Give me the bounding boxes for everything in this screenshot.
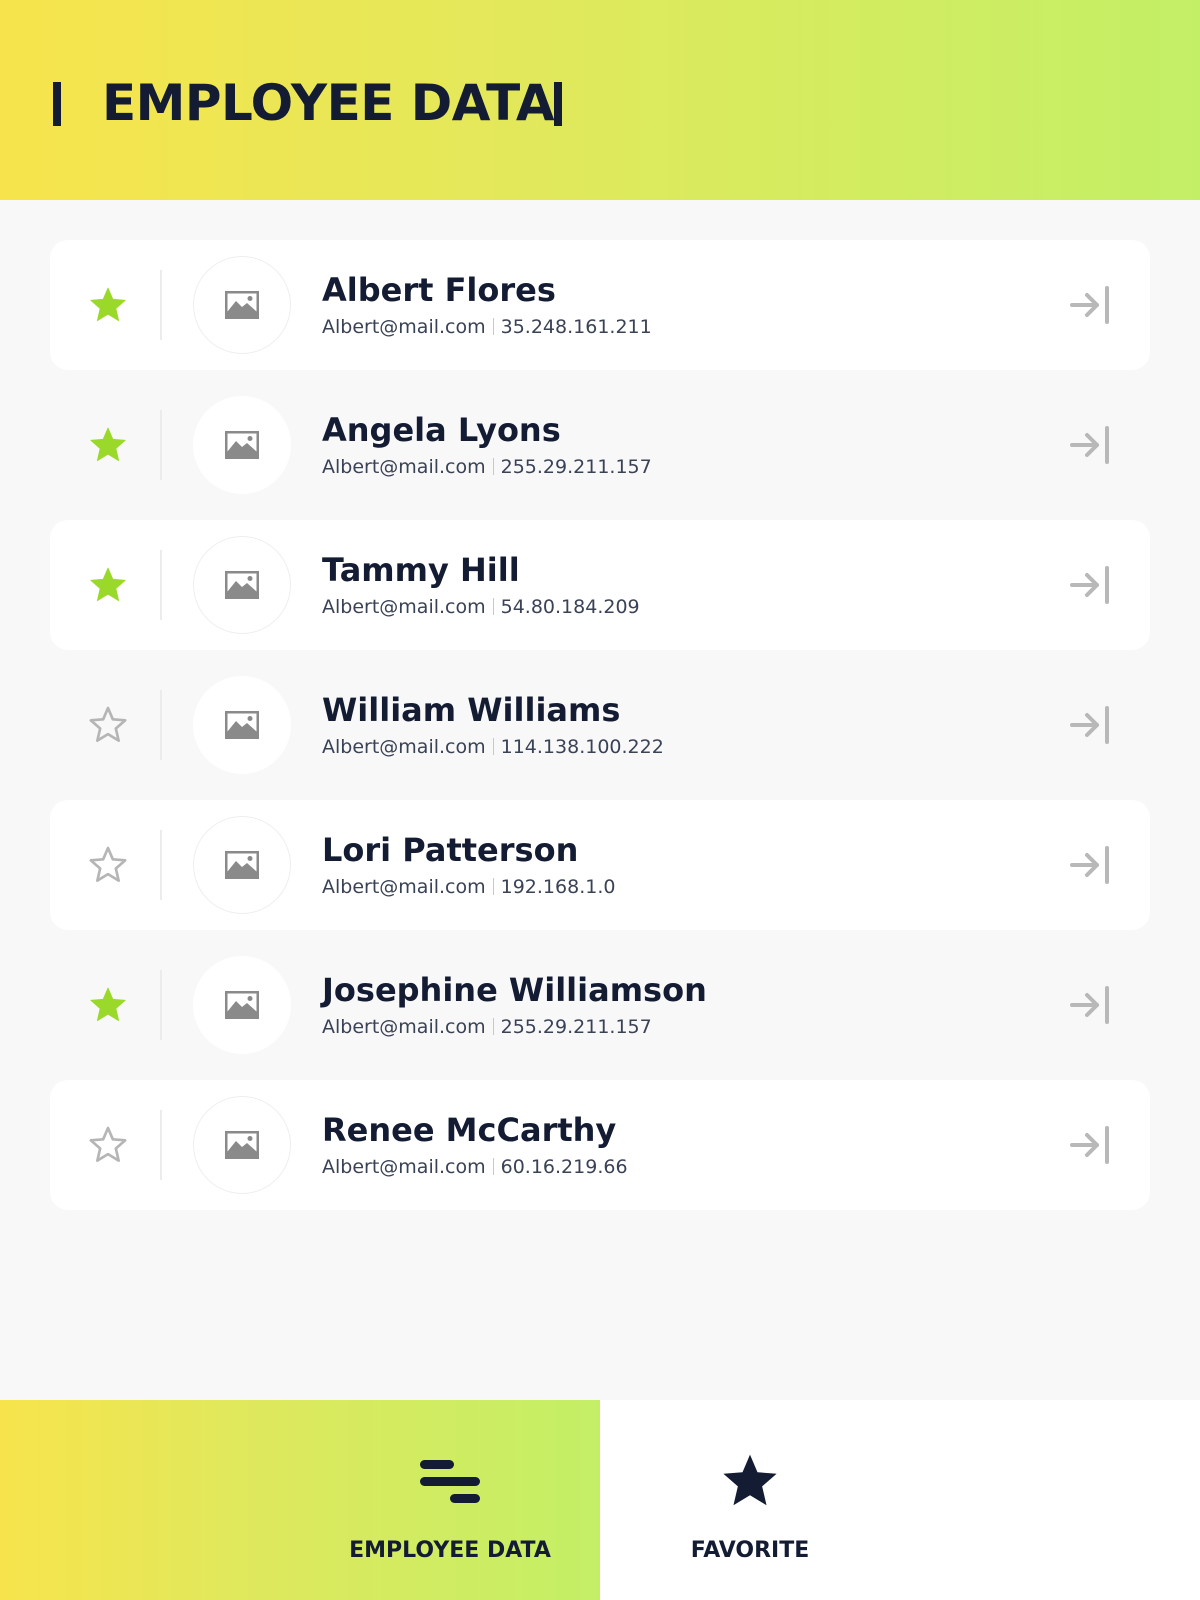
row-divider [160,1110,162,1180]
employee-contact: Albert@mail.com 54.80.184.209 [322,594,640,620]
employee-email: Albert@mail.com [322,736,486,758]
employee-name: Lori Patterson [322,831,579,869]
employee-ip: 114.138.100.222 [500,736,664,758]
employee-row[interactable]: Lori Patterson Albert@mail.com 192.168.1.0 [50,800,1150,930]
arrow-to-line-icon[interactable] [1070,284,1112,326]
avatar [193,956,291,1054]
arrow-to-line-icon[interactable] [1070,564,1112,606]
employee-email: Albert@mail.com [322,456,486,478]
image-placeholder-icon [225,711,259,739]
employee-contact: Albert@mail.com 192.168.1.0 [322,874,615,900]
employee-list: Albert Flores Albert@mail.com 35.248.161.2… [50,240,1150,1220]
title-bar-right [554,82,562,126]
employee-email: Albert@mail.com [322,876,486,898]
employee-ip: 54.80.184.209 [500,596,640,618]
avatar [193,396,291,494]
employee-email: Albert@mail.com [322,1016,486,1038]
employee-row[interactable]: Angela Lyons Albert@mail.com 255.29.211.15… [50,380,1150,510]
star-icon[interactable] [88,425,128,465]
employee-ip: 192.168.1.0 [500,876,616,898]
star-icon[interactable] [88,845,128,885]
menu-lines-icon [420,1460,480,1503]
image-placeholder-icon [225,431,259,459]
arrow-to-line-icon[interactable] [1070,1124,1112,1166]
star-icon [723,1454,777,1506]
meta-separator [492,318,494,335]
star-icon[interactable] [88,705,128,745]
employee-contact: Albert@mail.com 35.248.161.211 [322,314,652,340]
star-icon[interactable] [88,285,128,325]
employee-email: Albert@mail.com [322,316,486,338]
row-divider [160,410,162,480]
employee-contact: Albert@mail.com 255.29.211.157 [322,454,652,480]
employee-row[interactable]: William Williams Albert@mail.com 114.138.1… [50,660,1150,790]
employee-contact: Albert@mail.com 60.16.219.66 [322,1154,628,1180]
arrow-to-line-icon[interactable] [1070,844,1112,886]
meta-separator [492,598,494,615]
avatar [193,1096,291,1194]
tab-employee-data[interactable]: EMPLOYEE DATA [0,1400,600,1600]
avatar [193,676,291,774]
row-divider [160,270,162,340]
star-icon[interactable] [88,1125,128,1165]
avatar [193,816,291,914]
employee-contact: Albert@mail.com 255.29.211.157 [322,1014,652,1040]
meta-separator [492,878,494,895]
employee-row[interactable]: Josephine Williamson Albert@mail.com 255.2… [50,940,1150,1070]
employee-ip: 255.29.211.157 [500,456,652,478]
title-bar-left [53,82,61,126]
employee-row[interactable]: Albert Flores Albert@mail.com 35.248.161.2… [50,240,1150,370]
star-icon[interactable] [88,985,128,1025]
employee-name: Angela Lyons [322,411,561,449]
row-divider [160,690,162,760]
employee-row[interactable]: Renee McCarthy Albert@mail.com 60.16.219.6… [50,1080,1150,1210]
employee-email: Albert@mail.com [322,1156,486,1178]
arrow-to-line-icon[interactable] [1070,984,1112,1026]
employee-ip: 35.248.161.211 [500,316,652,338]
app-header: EMPLOYEE DATA [0,0,1200,200]
employee-name: Renee McCarthy [322,1111,617,1149]
image-placeholder-icon [225,1131,259,1159]
employee-contact: Albert@mail.com 114.138.100.222 [322,734,664,760]
employee-email: Albert@mail.com [322,596,486,618]
meta-separator [492,458,494,475]
avatar [193,256,291,354]
meta-separator [492,1158,494,1175]
bottom-tab-bar: EMPLOYEE DATA FAVORITE [0,1400,1200,1600]
avatar [193,536,291,634]
employee-name: Albert Flores [322,271,556,309]
image-placeholder-icon [225,991,259,1019]
image-placeholder-icon [225,851,259,879]
row-divider [160,970,162,1040]
employee-name: William Williams [322,691,621,729]
page-title: EMPLOYEE DATA [102,74,555,132]
employee-name: Josephine Williamson [322,971,707,1009]
employee-ip: 255.29.211.157 [500,1016,652,1038]
image-placeholder-icon [225,291,259,319]
row-divider [160,830,162,900]
image-placeholder-icon [225,571,259,599]
row-divider [160,550,162,620]
tab-favorite[interactable]: FAVORITE [600,1400,1200,1600]
employee-ip: 60.16.219.66 [500,1156,628,1178]
employee-name: Tammy Hill [322,551,520,589]
employee-row[interactable]: Tammy Hill Albert@mail.com 54.80.184.209 [50,520,1150,650]
tab-favorite-label: FAVORITE [690,1538,810,1563]
arrow-to-line-icon[interactable] [1070,424,1112,466]
tab-employee-label: EMPLOYEE DATA [349,1538,551,1563]
meta-separator [492,1018,494,1035]
arrow-to-line-icon[interactable] [1070,704,1112,746]
meta-separator [492,738,494,755]
star-icon[interactable] [88,565,128,605]
